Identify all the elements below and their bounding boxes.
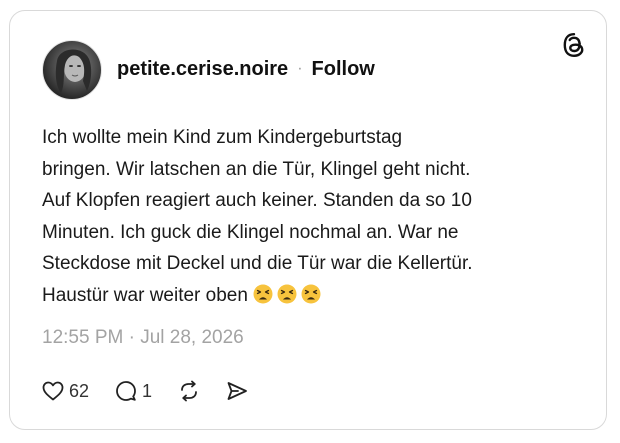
username-link[interactable]: petite.cerise.noire bbox=[117, 57, 288, 81]
share-button[interactable] bbox=[226, 380, 248, 402]
post-timestamp[interactable]: 12:55 PM · Jul 28, 2026 bbox=[42, 327, 244, 349]
repost-button[interactable] bbox=[178, 380, 200, 402]
threads-post-card: petite.cerise.noire · Follow Ich wollte … bbox=[9, 10, 607, 430]
heart-icon bbox=[42, 381, 64, 401]
share-icon bbox=[227, 382, 247, 400]
post-text-line: Ich wollte mein Kind zum Kindergeburtsta… bbox=[42, 127, 403, 148]
action-bar: 62 1 bbox=[42, 378, 248, 404]
reply-button[interactable]: 1 bbox=[115, 380, 152, 402]
repost-icon bbox=[181, 380, 197, 402]
post-header: petite.cerise.noire · Follow bbox=[117, 57, 375, 81]
tired-face-emoji-icon bbox=[253, 284, 273, 303]
post-text-line: Haustür war weiter oben bbox=[42, 284, 248, 306]
post-text-line: Auf Klopfen reagiert auch keiner. Stande… bbox=[42, 190, 472, 211]
post-text-line: Steckdose mit Deckel und die Tür war die… bbox=[42, 253, 473, 274]
reply-count: 1 bbox=[142, 380, 153, 401]
avatar-photo bbox=[55, 49, 92, 93]
separator-dot: · bbox=[297, 60, 303, 77]
follow-button[interactable]: Follow bbox=[312, 57, 375, 81]
tired-face-emoji-icon bbox=[277, 284, 297, 303]
like-count: 62 bbox=[69, 380, 90, 401]
post-text-line-last: Haustür war weiter oben bbox=[42, 280, 582, 312]
like-button[interactable]: 62 bbox=[42, 381, 89, 402]
threads-logo-icon[interactable] bbox=[560, 31, 588, 59]
post-body: Ich wollte mein Kind zum Kindergeburtsta… bbox=[42, 122, 582, 311]
comment-icon bbox=[116, 381, 136, 401]
post-text-line: Minuten. Ich guck die Klingel nochmal an… bbox=[42, 221, 459, 243]
tired-face-emoji-icon bbox=[301, 284, 321, 303]
post-text-line: bringen. Wir latschen an die Tür, Klinge… bbox=[42, 158, 471, 180]
avatar[interactable] bbox=[42, 40, 102, 100]
